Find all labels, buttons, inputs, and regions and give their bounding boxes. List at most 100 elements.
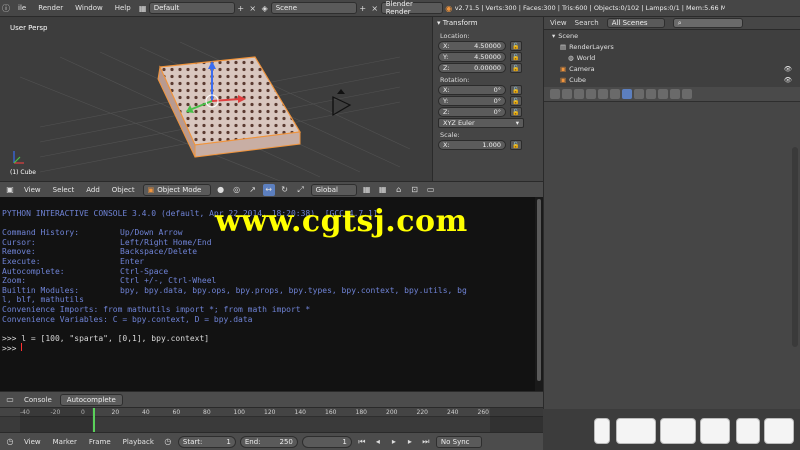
menu-help[interactable]: Help (109, 4, 137, 12)
current-frame-field[interactable]: 1 (301, 435, 352, 448)
particles-tab-icon[interactable] (670, 89, 680, 99)
orientation-select[interactable]: Global (310, 183, 357, 196)
modifiers-tab-icon[interactable] (622, 89, 632, 99)
material-tab-icon[interactable] (646, 89, 656, 99)
location-z-field[interactable]: Z: 0.00000 (438, 63, 506, 73)
visibility-eye-icon[interactable]: 👁 (784, 65, 792, 73)
panel-button[interactable] (736, 418, 760, 444)
outliner-scope-select[interactable]: All Scenes (606, 18, 665, 28)
texture-tab-icon[interactable] (658, 89, 668, 99)
screen-layout-icon[interactable]: ▦ (137, 2, 149, 14)
current-frame-line[interactable] (93, 408, 95, 433)
prev-key-icon[interactable]: ◂ (372, 436, 384, 448)
console-prompt[interactable]: >>> (2, 343, 535, 353)
world-tab-icon[interactable] (586, 89, 596, 99)
lock-icon[interactable]: 🔓 (510, 85, 522, 95)
timeline-playback-menu[interactable]: Playback (119, 438, 158, 446)
outliner-row-world[interactable]: ◍ World (544, 52, 800, 63)
renderlayers-tab-icon[interactable] (562, 89, 572, 99)
console-editor-icon[interactable]: ▭ (4, 394, 16, 406)
cube-array-top[interactable] (159, 56, 301, 146)
mode-select[interactable]: ▣ Object Mode (142, 183, 211, 196)
transform-panel-title[interactable]: ▾ Transform (433, 17, 543, 29)
editor-type-icon[interactable]: ▣ (4, 184, 16, 196)
rotation-y-field[interactable]: Y: 0° (438, 96, 506, 106)
scene-select[interactable]: Scene (270, 2, 357, 14)
panel-button[interactable] (594, 418, 610, 444)
end-frame-field[interactable]: End: 250 (239, 435, 298, 448)
scale-x-field[interactable]: X: 1.000 (438, 140, 506, 150)
panel-button[interactable] (700, 418, 730, 444)
manipulator-toggle-icon[interactable]: ↗ (247, 184, 259, 196)
info-editor-icon[interactable]: ⓘ (0, 2, 12, 14)
add-layout-icon[interactable]: + (235, 2, 247, 14)
outliner-row-camera[interactable]: ▣ Camera 👁 (544, 63, 800, 74)
lock-icon[interactable]: 🔓 (510, 140, 522, 150)
layer-icon[interactable]: ▦ (377, 184, 389, 196)
timeline-editor-icon[interactable]: ◷ (4, 436, 16, 448)
view-menu[interactable]: View (20, 186, 45, 194)
properties-scrollbar[interactable] (792, 147, 798, 347)
add-menu[interactable]: Add (82, 186, 104, 194)
play-icon[interactable]: ▸ (388, 436, 400, 448)
lock-icon[interactable]: 🔓 (510, 63, 522, 73)
timeline-view-menu[interactable]: View (20, 438, 45, 446)
location-x-field[interactable]: X: 4.50000 (438, 41, 506, 51)
physics-tab-icon[interactable] (682, 89, 692, 99)
panel-button[interactable] (616, 418, 656, 444)
snap-icon[interactable]: ⊡ (409, 184, 421, 196)
constraints-tab-icon[interactable] (610, 89, 620, 99)
translate-icon[interactable]: ↔ (262, 183, 275, 196)
sync-select[interactable]: No Sync (435, 435, 482, 448)
timeline-marker-menu[interactable]: Marker (49, 438, 81, 446)
outliner-row-renderlayers[interactable]: ▤ RenderLayers (544, 41, 800, 52)
panel-button[interactable] (764, 418, 794, 444)
console-scrollbar[interactable] (535, 197, 543, 391)
camera-object[interactable] (332, 89, 352, 117)
viewport-3d[interactable]: User Persp (1) Cube (0, 17, 432, 181)
rotate-icon[interactable]: ↻ (279, 184, 291, 196)
scrollbar-thumb[interactable] (537, 199, 541, 381)
lock-camera-icon[interactable]: ⌂ (393, 184, 405, 196)
object-tab-icon[interactable] (598, 89, 608, 99)
render-preview-icon[interactable]: ▭ (425, 184, 437, 196)
console-menu[interactable]: Console (20, 396, 56, 404)
shading-icon[interactable]: ● (215, 184, 227, 196)
autocomplete-button[interactable]: Autocomplete (59, 393, 123, 406)
panel-button[interactable] (660, 418, 696, 444)
visibility-eye-icon[interactable]: 👁 (784, 76, 792, 84)
rotation-mode-select[interactable]: XYZ Euler ▾ (438, 118, 524, 128)
menu-render[interactable]: Render (32, 4, 69, 12)
timeline-frame-menu[interactable]: Frame (85, 438, 115, 446)
outliner-row-cube[interactable]: ▣ Cube 👁 (544, 74, 800, 85)
viewport-canvas[interactable] (0, 17, 432, 181)
preview-range-icon[interactable]: ◷ (162, 436, 174, 448)
pivot-icon[interactable]: ◎ (231, 184, 243, 196)
scene-tab-icon[interactable] (574, 89, 584, 99)
screen-layout-select[interactable]: Default (148, 2, 235, 14)
location-y-field[interactable]: Y: 4.50000 (438, 52, 506, 62)
lock-icon[interactable]: 🔓 (510, 41, 522, 51)
outliner-search-menu[interactable]: Search (575, 19, 599, 27)
menu-file[interactable]: ile (12, 4, 32, 12)
data-tab-icon[interactable] (634, 89, 644, 99)
scale-icon[interactable]: ⤢ (295, 184, 307, 196)
outliner-view-menu[interactable]: View (550, 19, 567, 27)
scene-icon[interactable]: ◈ (259, 2, 271, 14)
rotation-z-field[interactable]: Z: 0° (438, 107, 506, 117)
layers-icon[interactable]: ▦ (361, 184, 373, 196)
remove-scene-icon[interactable]: × (369, 2, 381, 14)
lock-icon[interactable]: 🔓 (510, 52, 522, 62)
outliner-row-scene[interactable]: ▾ Scene (544, 30, 800, 41)
rotation-x-field[interactable]: X: 0° (438, 85, 506, 95)
object-menu[interactable]: Object (108, 186, 139, 194)
next-key-icon[interactable]: ▸ (404, 436, 416, 448)
render-tab-icon[interactable] (550, 89, 560, 99)
start-frame-field[interactable]: Start: 1 (177, 435, 236, 448)
timeline[interactable]: -40 -20 0 20 40 60 80 100 120 140 160 180 200 220 240 2… (0, 407, 543, 433)
add-scene-icon[interactable]: + (357, 2, 369, 14)
select-menu[interactable]: Select (49, 186, 79, 194)
lock-icon[interactable]: 🔓 (510, 107, 522, 117)
remove-layout-icon[interactable]: × (247, 2, 259, 14)
outliner-search-input[interactable]: ⌕ (672, 18, 743, 28)
